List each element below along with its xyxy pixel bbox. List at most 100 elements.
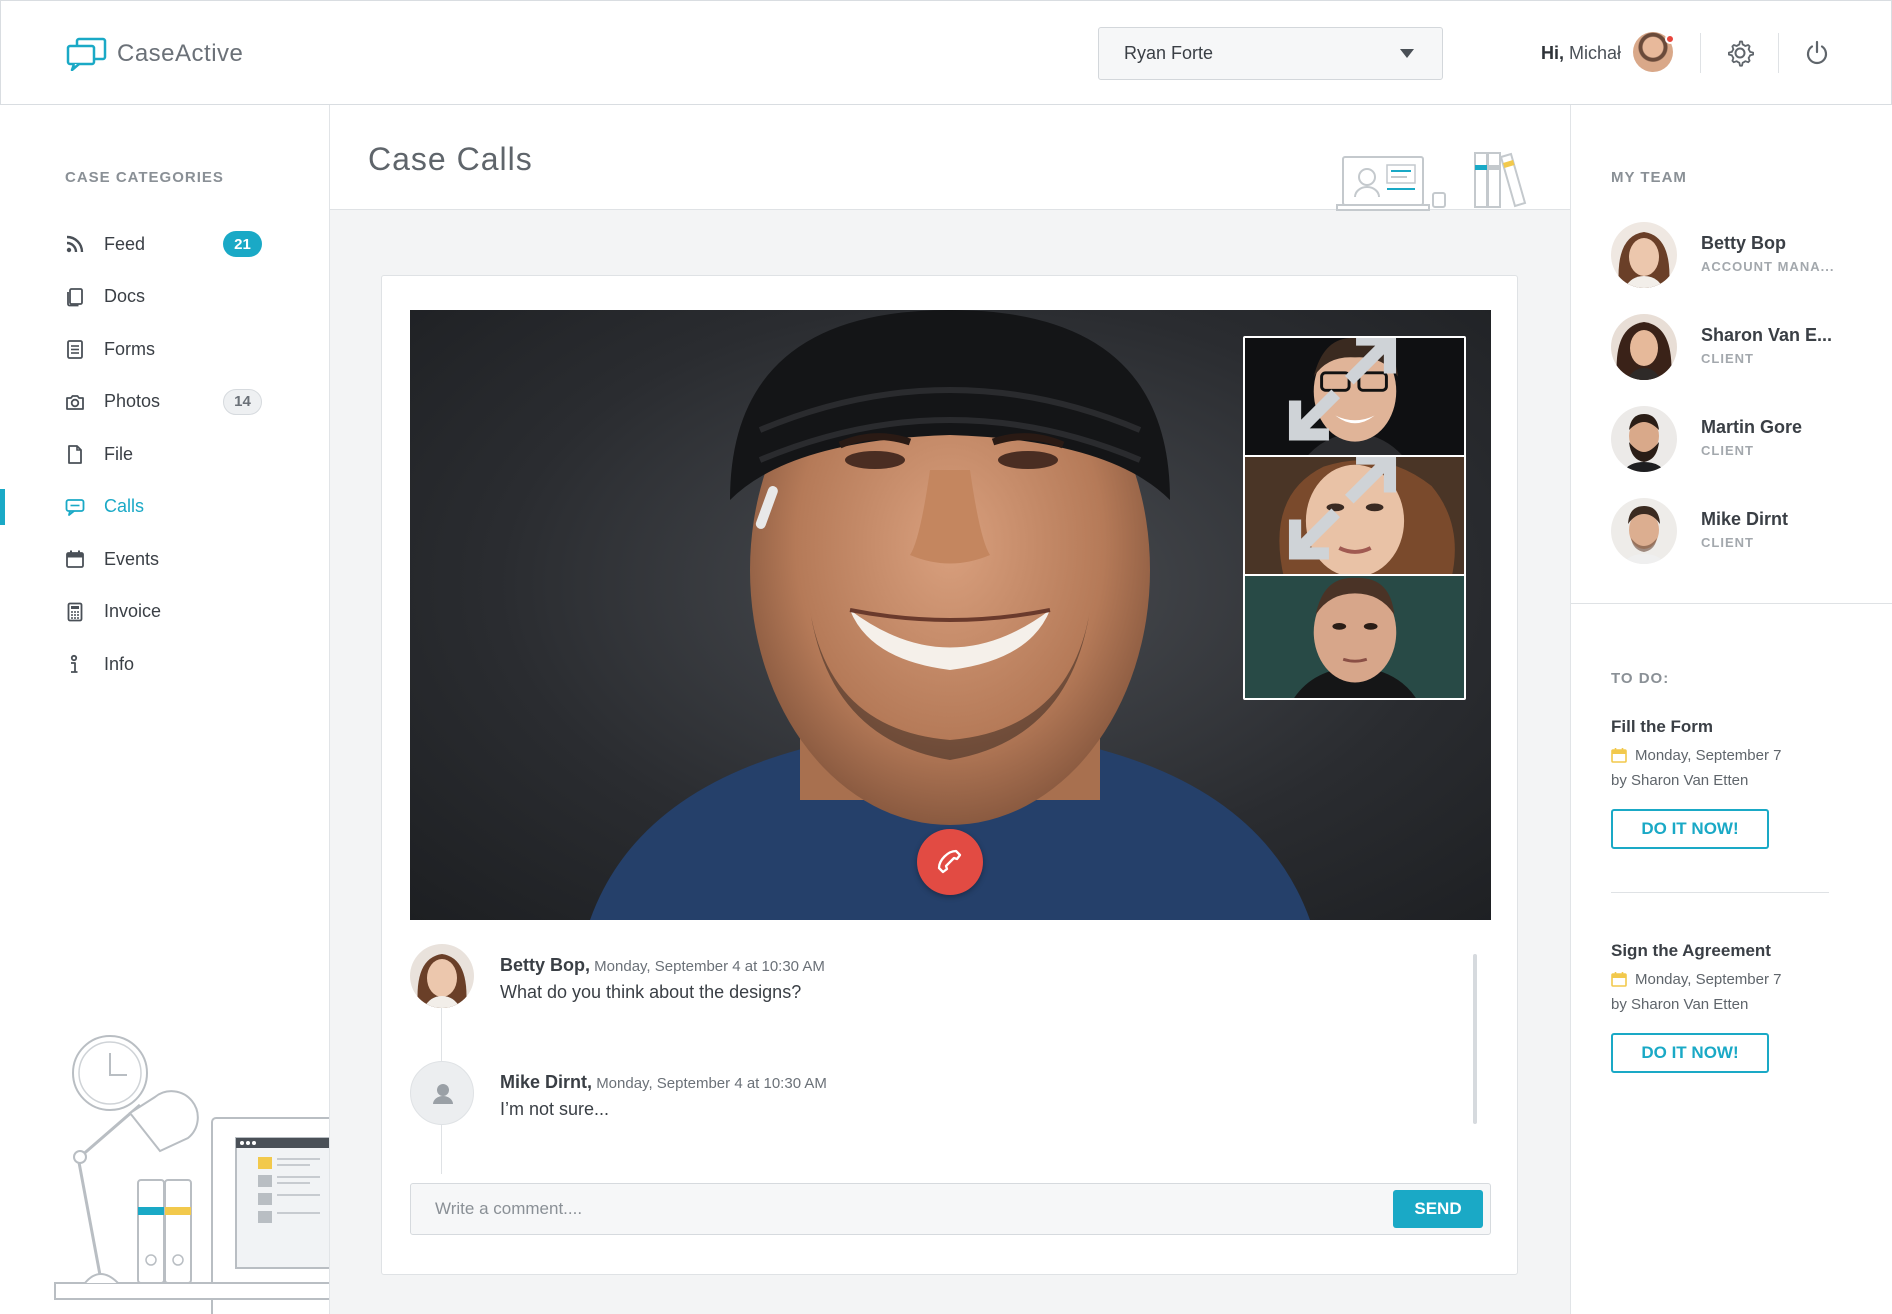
team-member[interactable]: Martin Gore CLIENT <box>1611 406 1871 472</box>
sidebar-item-calls[interactable]: Calls <box>0 481 329 534</box>
notification-dot <box>1665 34 1675 44</box>
video-call-stage <box>410 310 1491 920</box>
task-divider <box>1611 892 1829 893</box>
page-title: Case Calls <box>368 141 533 177</box>
member-name: Martin Gore <box>1701 417 1803 437</box>
sidebar-item-label: Feed <box>104 233 146 254</box>
sidebar-item-file[interactable]: File <box>0 428 329 481</box>
sidebar-item-photos[interactable]: Photos 14 <box>0 376 329 429</box>
sidebar-item-events[interactable]: Events <box>0 533 329 586</box>
case-selector-value: Ryan Forte <box>1124 43 1214 63</box>
gear-icon[interactable] <box>1726 39 1754 67</box>
avatar <box>410 944 474 1008</box>
member-role: CLIENT <box>1701 443 1754 458</box>
comment-input[interactable] <box>411 1184 1391 1234</box>
avatar <box>1611 406 1677 472</box>
avatar <box>1611 222 1677 288</box>
member-role: ACCOUNT MANA... <box>1701 259 1835 274</box>
participant-video <box>1245 576 1464 698</box>
phone-icon <box>937 849 962 874</box>
sidebar-item-label: Docs <box>104 286 146 307</box>
participant-thumbnail[interactable] <box>1243 574 1466 700</box>
category-nav: Feed 21 Docs Forms Photos 14 File Calls … <box>0 218 329 691</box>
team-member[interactable]: Betty Bop ACCOUNT MANA... <box>1611 222 1871 288</box>
comment-thread: Betty Bop, Monday, September 4 at 10:30 … <box>410 944 1491 1174</box>
case-selector-dropdown[interactable]: Ryan Forte <box>1098 27 1443 80</box>
task-title: Sign the Agreement <box>1611 941 1771 960</box>
task-title: Fill the Form <box>1611 717 1713 736</box>
sidebar-item-forms[interactable]: Forms <box>0 323 329 376</box>
desk-illustration <box>54 1035 329 1314</box>
sidebar-item-label: Events <box>104 548 160 569</box>
member-name: Betty Bop <box>1701 233 1786 253</box>
header-divider <box>1700 33 1701 73</box>
end-call-button[interactable] <box>917 829 983 895</box>
avatar <box>1611 498 1677 564</box>
task-assigner: by Sharon Van Etten <box>1611 772 1749 789</box>
section-divider <box>1571 603 1892 604</box>
chat-icon <box>65 498 85 516</box>
header-divider <box>1778 33 1779 73</box>
sidebar-item-label: Forms <box>104 338 155 359</box>
todo-title: TO DO: <box>1611 670 1670 687</box>
comment-timestamp: Monday, September 4 at 10:30 AM <box>596 1075 827 1092</box>
calendar-icon <box>1611 972 1627 987</box>
sidebar-item-feed[interactable]: Feed 21 <box>0 218 329 271</box>
docs-icon <box>67 287 83 307</box>
participant-thumbnail[interactable] <box>1243 455 1466 581</box>
camera-icon <box>66 394 84 410</box>
forms-icon <box>67 340 83 360</box>
left-sidebar: CASE CATEGORIES Feed 21 Docs Forms Photo… <box>0 105 330 1314</box>
do-it-now-button[interactable]: DO IT NOW! <box>1611 1033 1769 1073</box>
comment-meta: Mike Dirnt, Monday, September 4 at 10:30… <box>500 1072 827 1093</box>
comment-author: Betty Bop, <box>500 955 590 975</box>
member-name: Mike Dirnt <box>1701 509 1789 529</box>
photos-count-badge: 14 <box>223 388 262 415</box>
expand-icon[interactable] <box>1243 336 1452 448</box>
info-icon <box>70 655 78 674</box>
user-greeting: Hi, Michał <box>1541 43 1621 64</box>
comments-scrollbar[interactable] <box>1473 954 1477 1124</box>
team-member[interactable]: Mike Dirnt CLIENT <box>1611 498 1871 564</box>
greeting-prefix: Hi, <box>1541 43 1565 63</box>
logo[interactable]: CaseActive <box>65 37 243 71</box>
sidebar-item-label: File <box>104 443 134 464</box>
greeting-name: Michał <box>1569 43 1622 63</box>
file-icon <box>68 445 82 465</box>
task-date: Monday, September 7 <box>1611 747 1831 764</box>
member-role: CLIENT <box>1701 351 1754 366</box>
comment-text: What do you think about the designs? <box>500 982 802 1002</box>
task-date: Monday, September 7 <box>1611 971 1831 988</box>
right-sidebar: MY TEAM Betty Bop ACCOUNT MANA... Sharon… <box>1570 105 1892 1314</box>
sidebar-item-label: Calls <box>104 496 145 517</box>
calendar-icon <box>66 550 84 569</box>
logo-text: CaseActive <box>117 40 244 67</box>
feed-count-badge: 21 <box>223 231 262 257</box>
sidebar-title: CASE CATEGORIES <box>65 169 224 186</box>
team-member[interactable]: Sharon Van E... CLIENT <box>1611 314 1871 380</box>
sidebar-item-docs[interactable]: Docs <box>0 271 329 324</box>
user-icon <box>433 1084 453 1104</box>
rss-icon <box>66 236 84 253</box>
todo-task: Sign the Agreement Monday, September 7 b… <box>1611 941 1831 1073</box>
comment-timestamp: Monday, September 4 at 10:30 AM <box>594 958 825 975</box>
sidebar-item-invoice[interactable]: Invoice <box>0 586 329 639</box>
member-name: Sharon Van E... <box>1701 325 1833 345</box>
sidebar-item-label: Photos <box>104 391 161 412</box>
team-title: MY TEAM <box>1611 169 1687 186</box>
send-button[interactable]: SEND <box>1393 1190 1483 1228</box>
chevron-down-icon <box>1400 49 1414 58</box>
participant-thumbnail[interactable] <box>1243 336 1466 462</box>
task-assigner: by Sharon Van Etten <box>1611 996 1749 1013</box>
sidebar-item-info[interactable]: Info <box>0 638 329 691</box>
expand-icon[interactable] <box>1243 455 1452 567</box>
power-icon[interactable] <box>1803 39 1831 67</box>
member-role: CLIENT <box>1701 535 1754 550</box>
comment-composer: SEND <box>410 1183 1491 1235</box>
do-it-now-button[interactable]: DO IT NOW! <box>1611 809 1769 849</box>
task-date-text: Monday, September 7 <box>1635 747 1782 764</box>
office-illustration <box>1336 152 1527 211</box>
page-header: Case Calls <box>330 105 1570 211</box>
todo-task: Fill the Form Monday, September 7 by Sha… <box>1611 717 1831 849</box>
user-avatar[interactable] <box>1633 32 1675 72</box>
